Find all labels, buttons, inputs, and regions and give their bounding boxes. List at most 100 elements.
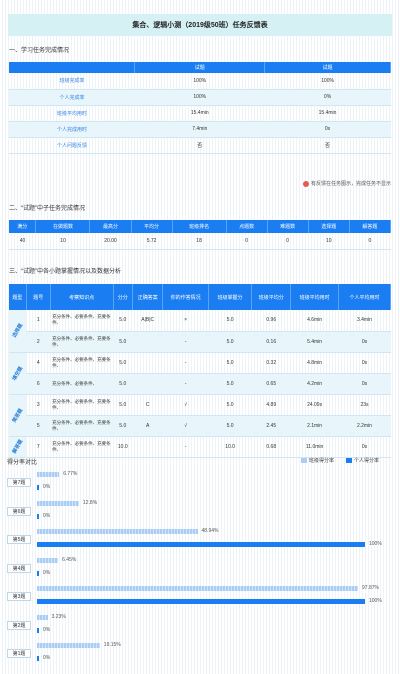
bar-label: 第4题 [7,563,31,573]
cell-value: × [162,310,209,332]
cell-value: 5.0 [208,373,252,395]
table-row: 班级平均用时 15.4min 15.4min [9,105,391,122]
cell-value: 4.2min [290,373,339,395]
bar-row: 第7题 6.77% 0% [7,470,393,492]
cell-value: 2 [26,331,51,353]
cell-value: 4 [26,352,51,374]
cell-value: 4.89 [251,394,291,416]
cell-value: 20.00 [89,233,132,250]
class-bar [37,557,59,563]
class-value-label: 19.15% [103,642,121,648]
table-row: 个人完成用时 7.4min 0s [9,121,391,138]
table-row: 班级完成率 100% 100% [9,73,391,90]
cell-value: 5.4min [290,331,339,353]
cell-value: 18 [172,233,227,250]
table-row: 6 充分条件、必要条件、 5.0-5.0 0.65 4.2min 0s [9,373,391,395]
col-header: 平均分 [131,220,173,233]
cell-value: 10 [35,233,90,250]
cell-value: C [132,394,163,416]
alert-icon [302,180,309,187]
col-header: 满分 [9,220,37,233]
personal-bar [37,485,39,490]
bar-row: 第2题 3.23% 0% [7,613,393,635]
bar-label: 第6题 [7,506,31,516]
personal-value-label: 0% [43,484,51,490]
subtask-table: 满分 在做题数 最高分 平均分 班级排名 点题数 难题数 选择题 解答题 40 10 20.00 5.… [9,220,392,250]
cell-value: 2.45 [251,415,291,437]
class-bar [37,643,100,648]
col-header: 题号 [26,284,51,310]
cell-value: 2.2min [338,415,391,437]
col-header: 最高分 [89,220,132,233]
feedback-note-text: 有反馈在任务图示，完成任务不显示 [310,181,391,187]
col-header: 难题数 [267,220,309,233]
class-value-label: 3.23% [51,613,66,620]
class-bar [37,472,60,477]
legend-class: 班级得分率 [300,457,334,464]
cell-value: 5.0 [113,310,133,332]
table-row: 2 充分条件、必要条件、充要条件、 5.0-5.0 0.16 5.4min 0s [9,331,391,353]
cell-value: 10 [308,233,350,250]
cell-value: 0.32 [251,352,291,374]
row-label: 个人问题反馈 [9,137,135,154]
feedback-note: 有反馈在任务图示，完成任务不显示 [302,180,391,187]
row-value: 0% [264,89,391,106]
cell-value: 0.16 [251,331,291,353]
col-header: 点题数 [226,220,268,233]
bar-row: 第3题 97.87% 100% [7,584,393,606]
score-rate-chart: 得分率对比 班级得分率 个人得分率 第7题 6.77% 0% 第6题 12.8% 0% 第5… [7,454,393,672]
cell-value: 5 [26,415,51,437]
report-page: 集合、逻辑小测（2019级50班）任务反馈表 一、学习任务完成情况 试题 试题 … [0,0,400,674]
section1-heading: 一、学习任务完成情况 [9,48,70,54]
cell-value: 2.1min [290,415,339,437]
cell-value: √ [162,394,209,416]
cell-value: 充分条件、必要条件、充要条件、 [50,415,114,437]
cell-value: - [162,373,209,395]
cell-value: 23s [338,394,391,416]
bar-row: 第5题 48.94% 100% [7,527,393,549]
bar-row: 第1题 19.15% 0% [7,641,393,663]
cell-value: 0 [226,233,268,250]
cell-value: A|B|C [132,310,163,332]
col-header: 你的作答情况 [162,284,209,310]
cell-value: 5.0 [113,415,133,437]
cell-value: - [162,352,209,374]
chart-title: 得分率对比 [7,460,38,466]
table-row: 5 充分条件、必要条件、充要条件、 5.0 A √ 5.0 2.45 2.1min 2.2min [9,415,391,437]
row-value: 否 [134,137,265,154]
personal-value-label: 0% [43,626,51,633]
bar-label: 第7题 [7,478,31,487]
cell-value: √ [162,415,209,437]
cell-value: 5.0 [208,331,252,353]
cell-value: 1 [26,310,51,332]
cell-value: 充分条件、必要条件、 [50,373,114,395]
cell-value [132,331,163,353]
personal-bar [37,513,39,519]
row-value: 否 [264,137,391,154]
cell-value: 充分条件、必要条件、充要条件、 [50,394,114,416]
table-row: 简答题 3 充分条件、必要条件、充要条件、 5.0 C √ 5.0 4.89 24.09s 23s [9,394,391,437]
cell-value: 24.09s [290,394,339,416]
cell-value: 5.0 [113,394,133,416]
cell-value: 5.0 [113,331,133,353]
col-header: 分分 [113,284,134,310]
row-label: 个人完成用时 [9,121,135,138]
cell-value: 4.8min [290,352,339,374]
row-value: 15.4min [264,105,391,122]
col-header: 考察知识点 [50,284,114,310]
cell-value: 5.0 [208,310,252,332]
row-label: 个人完成率 [9,89,135,106]
cell-value [132,352,163,374]
bar-label: 第2题 [7,620,31,630]
personal-bar [37,542,365,547]
task-completion-table: 试题 试题 班级完成率 100% 100% 个人完成率 100% 0% 班级平均用时 15.4… [9,62,391,154]
col-header [9,62,136,73]
cell-value: 0 [349,233,391,250]
personal-value-label: 0% [43,512,51,519]
legend-personal: 个人得分率 [345,457,379,464]
row-label: 班级平均用时 [9,105,135,122]
col-header: 在做题数 [35,220,91,233]
table-row: 选择题 1 充分条件、必要条件、充要条件、 5.0 A|B|C × 5.0 0.96 4.6mi… [9,310,391,353]
cell-value: 充分条件、必要条件、充要条件、 [50,310,114,332]
table-row: 个人问题反馈否否 [9,137,391,154]
